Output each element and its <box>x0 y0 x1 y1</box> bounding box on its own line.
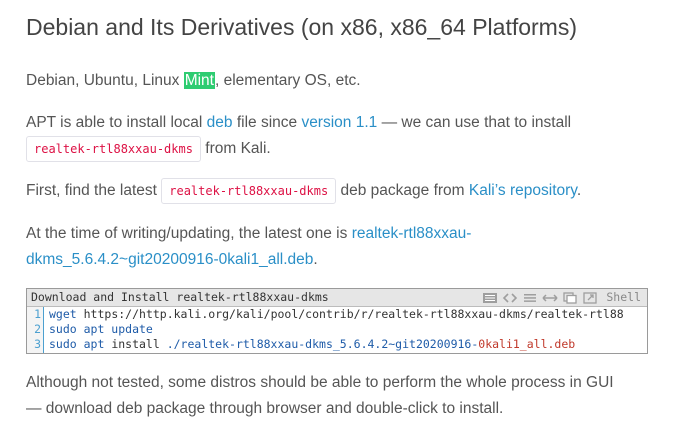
find-text-2: deb package from <box>336 182 469 200</box>
distros-text-end: , elementary OS, etc. <box>214 72 361 89</box>
code-block-header: Download and Install realtek-rtl88xxau-d… <box>27 289 647 307</box>
code-url: https://http.kali.org/kali/pool/contrib/… <box>76 307 624 321</box>
apt-text-2: file since <box>232 114 302 131</box>
code-command: sudo apt update <box>49 322 153 336</box>
apt-paragraph: APT is able to install local deb file si… <box>26 110 571 136</box>
version-link[interactable]: version 1.1 <box>301 114 377 131</box>
code-command: wget <box>49 307 77 321</box>
find-paragraph: First, find the latest realtek-rtl88xxau… <box>26 178 581 204</box>
latest-paragraph-line2: dkms_5.6.4.2~git20200916-0kali1_all.deb. <box>26 247 318 273</box>
package-name-code: realtek-rtl88xxau-dkms <box>26 136 201 162</box>
code-block-body[interactable]: 1 2 3 wget https://http.kali.org/kali/po… <box>27 307 647 353</box>
code-path-end: 0kali1_all.deb <box>478 337 576 351</box>
package-name-code-2: realtek-rtl88xxau-dkms <box>161 178 337 204</box>
latest-package-link-cont[interactable]: dkms_5.6.4.2~git20200916-0kali1_all.deb <box>26 251 313 268</box>
code-icon[interactable] <box>502 292 518 304</box>
code-block: Download and Install realtek-rtl88xxau-d… <box>26 288 648 354</box>
latest-text: At the time of writing/updating, the lat… <box>26 225 352 242</box>
code-arg: install <box>104 337 167 351</box>
latest-paragraph: At the time of writing/updating, the lat… <box>26 221 471 247</box>
expand-icon[interactable] <box>542 292 558 304</box>
latest-text-end: . <box>313 251 318 268</box>
section-heading: Debian and Its Derivatives (on x86, x86_… <box>26 14 577 40</box>
deb-link[interactable]: deb <box>207 114 233 131</box>
article: Debian and Its Derivatives (on x86, x86_… <box>0 0 680 436</box>
wrap-icon[interactable] <box>522 292 538 304</box>
code-command: sudo apt <box>49 337 105 351</box>
gui-text-2: — download deb package through browser a… <box>26 400 504 417</box>
language-label: Shell <box>606 290 641 304</box>
apt-text-3: — we can use that to install <box>377 114 572 131</box>
code-path: ./realtek-rtl88xxau-dkms_5.6.4.2~git2020… <box>166 337 479 351</box>
find-text: First, find the latest <box>26 182 162 200</box>
code-line: wget https://http.kali.org/kali/pool/con… <box>49 307 624 322</box>
gui-paragraph: Although not tested, some distros should… <box>26 370 614 396</box>
code-block-toolbar: Shell <box>482 289 641 306</box>
apt-text: APT is able to install local <box>26 114 207 131</box>
line-number-gutter: 1 2 3 <box>27 307 44 353</box>
apt-paragraph-line2: realtek-rtl88xxau-dkms from Kali. <box>26 136 271 162</box>
copy-icon[interactable] <box>562 291 578 304</box>
line-number: 3 <box>34 337 41 351</box>
distros-paragraph: Debian, Ubuntu, Linux Mint, elementary O… <box>26 68 361 94</box>
latest-package-link[interactable]: realtek-rtl88xxau- <box>352 225 472 242</box>
gui-text: Although not tested, some distros should… <box>26 374 614 391</box>
highlighted-word: Mint <box>183 72 215 89</box>
kali-repository-link[interactable]: Kali’s repository <box>469 182 577 199</box>
line-number: 1 <box>34 307 41 321</box>
line-number: 2 <box>34 322 41 336</box>
code-line: sudo apt install ./realtek-rtl88xxau-dkm… <box>49 337 575 352</box>
apt-text-4: from Kali. <box>200 140 271 158</box>
gui-paragraph-line2: — download deb package through browser a… <box>26 396 503 422</box>
open-icon[interactable] <box>582 291 598 304</box>
distros-text: Debian, Ubuntu, Linux <box>26 72 184 89</box>
code-line: sudo apt update <box>49 322 153 337</box>
menu-icon[interactable] <box>482 292 498 304</box>
find-text-3: . <box>576 182 582 200</box>
code-block-title: Download and Install realtek-rtl88xxau-d… <box>31 290 329 304</box>
